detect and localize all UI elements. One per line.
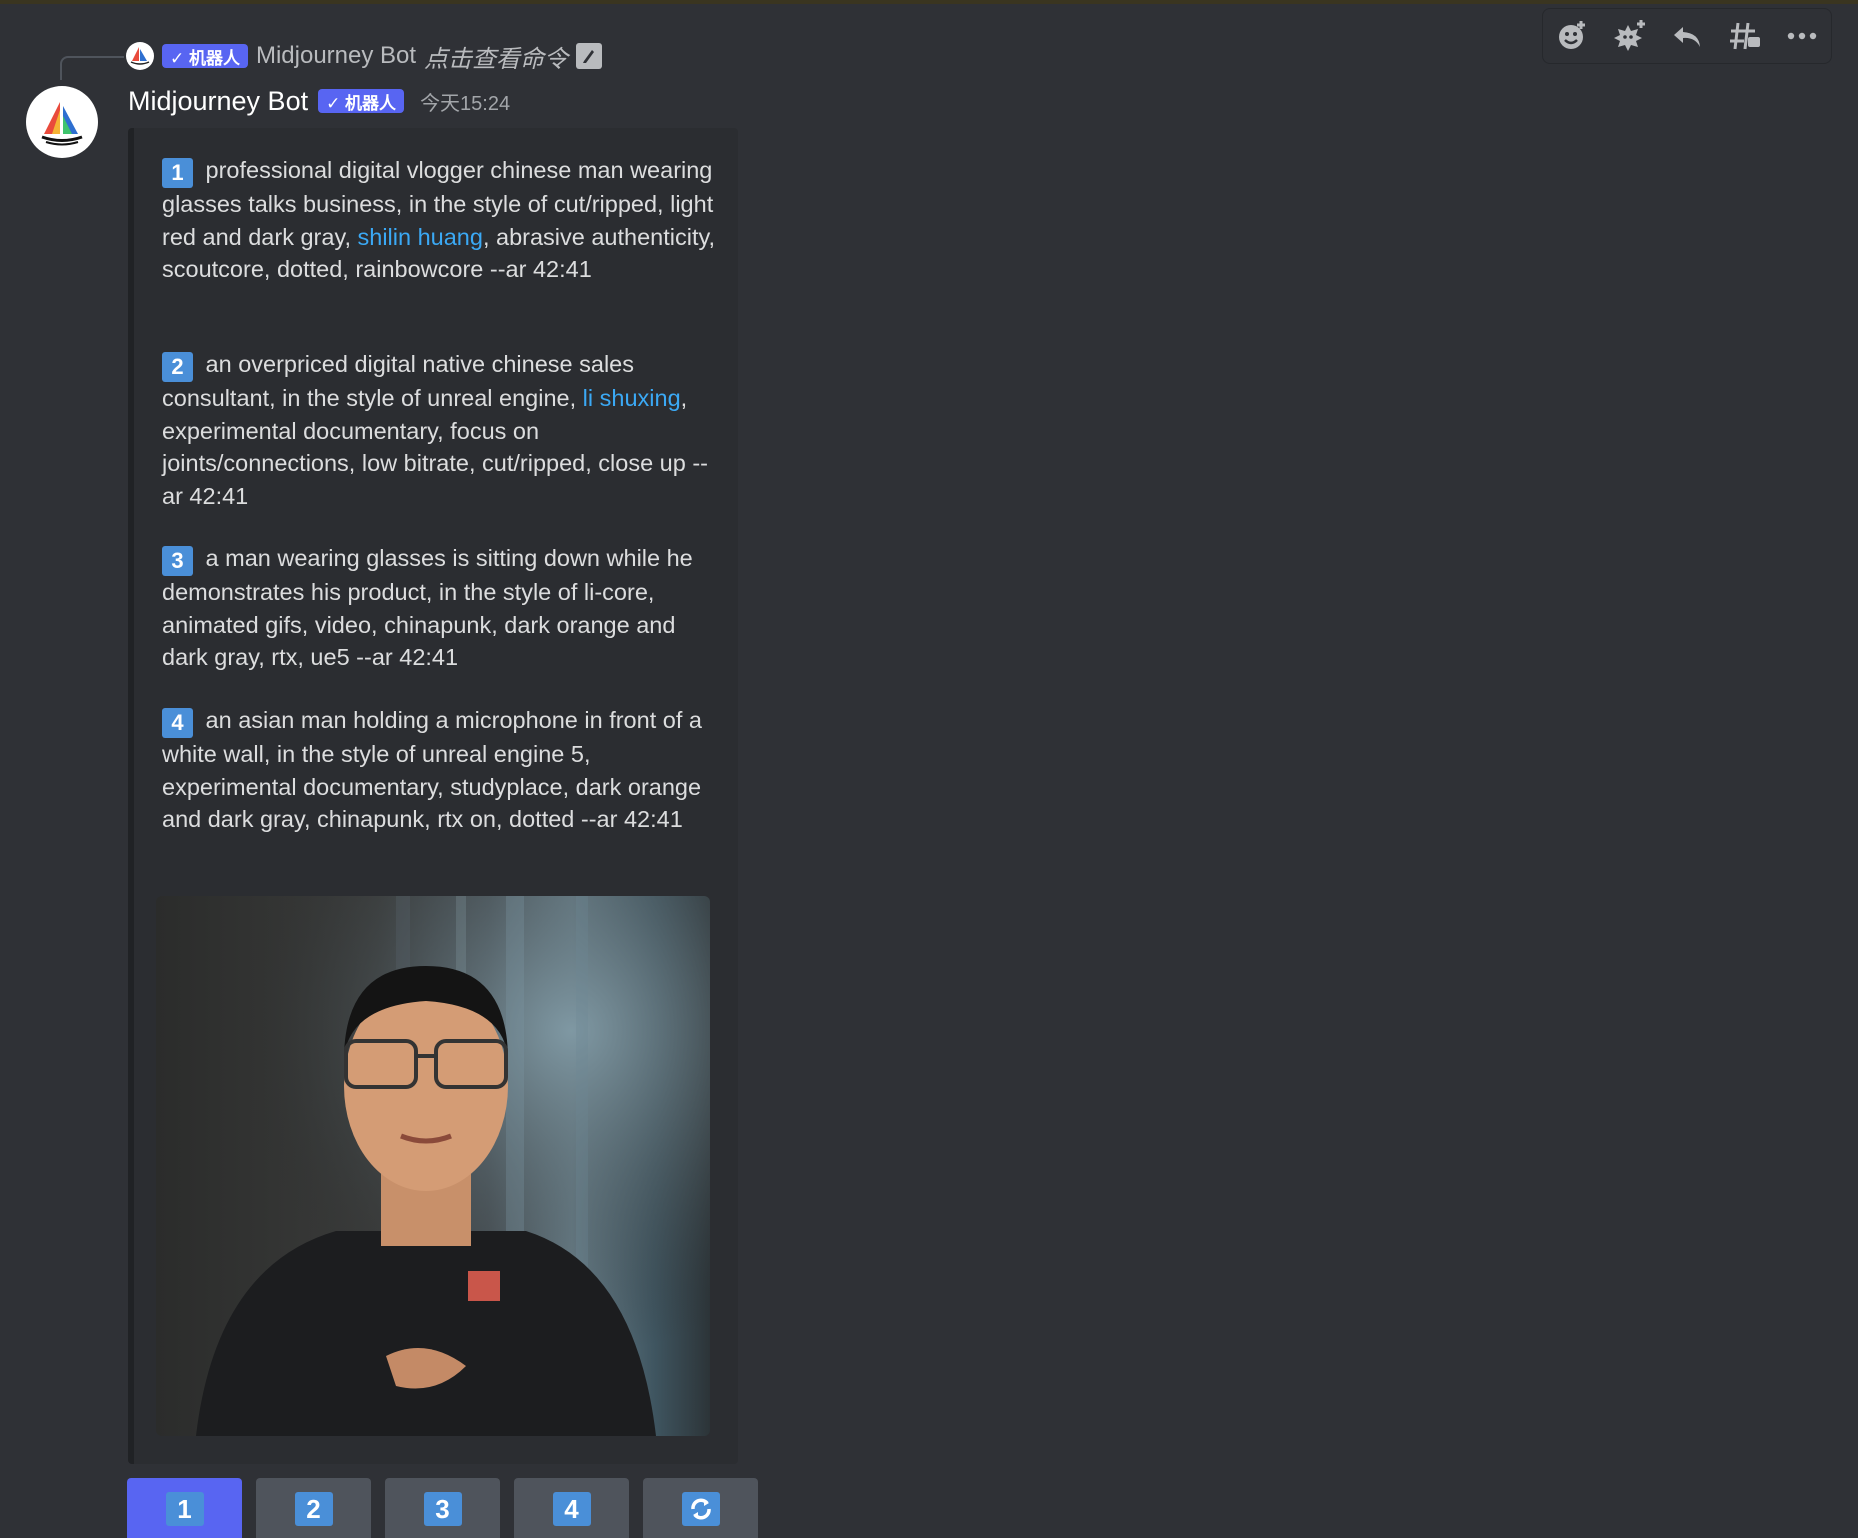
prompt-number-badge: 4: [162, 708, 193, 738]
reply-avatar[interactable]: [126, 42, 154, 70]
upscale-button-1[interactable]: 1: [127, 1478, 242, 1538]
prompt-number-badge: 1: [162, 158, 193, 188]
author-name[interactable]: Midjourney Bot: [128, 86, 308, 117]
prompt-item: 2 an overpriced digital native chinese s…: [162, 348, 722, 512]
generated-image[interactable]: [156, 896, 710, 1436]
action-buttons: 1 2 3 4: [127, 1478, 758, 1538]
message-timestamp[interactable]: 今天15:24: [420, 87, 510, 116]
button-number-badge: 2: [294, 1492, 333, 1526]
prompt-text: a man wearing glasses is sitting down wh…: [162, 545, 693, 670]
reply-icon[interactable]: [1665, 14, 1709, 58]
bot-badge: ✓ 机器人: [162, 44, 248, 68]
prompt-number-badge: 3: [162, 546, 193, 576]
bot-badge: ✓ 机器人: [318, 89, 405, 113]
window-top-border: [0, 0, 1858, 4]
more-icon[interactable]: [1780, 14, 1824, 58]
message-embed: 1 professional digital vlogger chinese m…: [128, 128, 738, 1464]
create-thread-icon[interactable]: [1723, 14, 1767, 58]
prompt-text: an asian man holding a microphone in fro…: [162, 707, 702, 832]
slash-command-icon: [576, 43, 603, 69]
image-placeholder-illustration: [156, 896, 710, 1436]
upscale-button-2[interactable]: 2: [256, 1478, 371, 1538]
midjourney-sailboat-icon: [41, 102, 83, 146]
midjourney-sailboat-icon: [130, 47, 150, 65]
button-number-badge: 1: [165, 1492, 204, 1526]
prompt-item: 4 an asian man holding a microphone in f…: [162, 704, 722, 836]
reply-author-name[interactable]: Midjourney Bot: [256, 42, 416, 70]
reply-reference[interactable]: ✓ 机器人 Midjourney Bot 点击查看命令: [126, 38, 603, 74]
add-reaction-icon[interactable]: [1550, 14, 1594, 58]
button-number-badge: 3: [423, 1492, 462, 1526]
prompt-number-badge: 2: [162, 352, 193, 382]
button-number-badge: 4: [552, 1492, 591, 1526]
upscale-button-4[interactable]: 4: [514, 1478, 629, 1538]
artist-link[interactable]: li shuxing: [583, 385, 681, 411]
upscale-button-3[interactable]: 3: [385, 1478, 500, 1538]
refresh-icon: [681, 1492, 720, 1526]
add-super-reaction-icon[interactable]: [1607, 14, 1651, 58]
message-hover-toolbar: [1542, 8, 1832, 64]
author-avatar[interactable]: [26, 86, 98, 158]
prompt-item: 1 professional digital vlogger chinese m…: [162, 154, 722, 286]
reply-command-text[interactable]: 点击查看命令: [424, 39, 568, 74]
prompt-text: an overpriced digital native chinese sal…: [162, 351, 635, 411]
prompt-item: 3 a man wearing glasses is sitting down …: [162, 542, 722, 674]
reply-connector: [60, 56, 124, 80]
reroll-button[interactable]: [643, 1478, 758, 1538]
artist-link[interactable]: shilin huang: [358, 224, 483, 250]
message-header: Midjourney Bot ✓ 机器人 今天15:24: [128, 82, 510, 120]
